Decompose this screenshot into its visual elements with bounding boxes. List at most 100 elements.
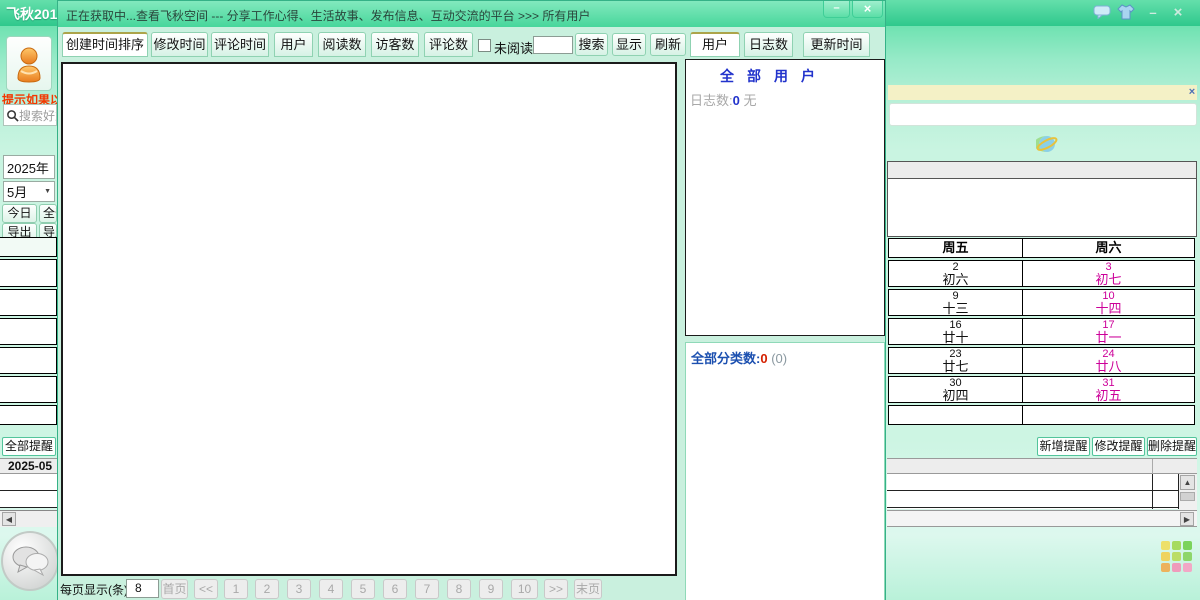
reminder-row[interactable] bbox=[0, 474, 57, 491]
search-button[interactable]: 搜索 bbox=[575, 33, 608, 56]
scroll-right-arrow-icon[interactable]: ▶ bbox=[1180, 512, 1194, 526]
tab-sort-modify-time[interactable]: 修改时间 bbox=[151, 32, 208, 57]
tab-sort-visitors[interactable]: 访客数 bbox=[371, 32, 419, 57]
buddy-search-input[interactable]: 搜索好友 bbox=[3, 104, 57, 126]
scroll-left-arrow-icon[interactable]: ◀ bbox=[2, 512, 16, 526]
page-button[interactable]: 2 bbox=[255, 579, 279, 599]
main-close-button[interactable]: × bbox=[1168, 5, 1188, 21]
add-reminder-button[interactable]: 新增提醒 bbox=[1037, 437, 1090, 456]
reminder-row[interactable] bbox=[887, 474, 1178, 491]
h-scrollbar-right[interactable]: ▶ bbox=[887, 510, 1197, 527]
skin-shirt-icon[interactable] bbox=[1116, 4, 1136, 20]
month-select[interactable]: 5月 ▼ bbox=[3, 181, 55, 202]
chat-round-button[interactable] bbox=[1, 531, 59, 591]
tab-sort-create-time[interactable]: 创建时间排序 bbox=[62, 32, 148, 57]
v-scroll-thumb[interactable] bbox=[1180, 492, 1195, 501]
space-minimize-button[interactable]: – bbox=[823, 1, 850, 18]
main-minimize-button[interactable]: – bbox=[1143, 5, 1163, 21]
category-label: 全部分类数: bbox=[691, 351, 760, 366]
calendar-left-cell[interactable] bbox=[0, 259, 57, 287]
tab-users[interactable]: 用户 bbox=[690, 32, 740, 57]
page-button[interactable]: 3 bbox=[287, 579, 311, 599]
calendar-day-cell[interactable]: 3初七 bbox=[1022, 260, 1195, 287]
apps-grid-icon[interactable] bbox=[1161, 541, 1192, 572]
unread-checkbox[interactable] bbox=[478, 39, 491, 52]
page-button[interactable]: 4 bbox=[319, 579, 343, 599]
screen: 飞秋2013 – × 提示如果以 搜索好友 2025年 5月 ▼ 今日 全部 导… bbox=[0, 0, 1200, 600]
reminder-table-body bbox=[887, 474, 1179, 509]
delete-reminder-button[interactable]: 删除提醒 bbox=[1147, 437, 1197, 456]
tab-update-time[interactable]: 更新时间 bbox=[803, 32, 870, 57]
v-scrollbar[interactable]: ▲ bbox=[1179, 474, 1197, 510]
reminder-row[interactable] bbox=[0, 491, 57, 508]
calendar-left-cell[interactable] bbox=[0, 347, 57, 374]
tab-sort-reads[interactable]: 阅读数 bbox=[318, 32, 366, 57]
column-divider bbox=[1152, 459, 1153, 475]
edit-reminder-button[interactable]: 修改提醒 bbox=[1092, 437, 1145, 456]
user-avatar[interactable] bbox=[6, 36, 52, 91]
year-select-value: 2025年 bbox=[7, 158, 49, 177]
year-select[interactable]: 2025年 bbox=[3, 155, 55, 179]
reminder-date-header: 2025-05 bbox=[0, 458, 57, 474]
page-last-button[interactable]: 末页 bbox=[574, 579, 602, 599]
calendar-header-sat: 周六 bbox=[1022, 238, 1195, 258]
all-button[interactable]: 全部 bbox=[39, 204, 57, 223]
calendar-day-cell[interactable] bbox=[888, 405, 1023, 425]
today-button[interactable]: 今日 bbox=[2, 204, 37, 223]
calendar-row: 9十三 10十四 bbox=[888, 289, 1196, 316]
space-search-input[interactable] bbox=[533, 36, 573, 54]
notice-close-icon[interactable]: × bbox=[1186, 86, 1198, 98]
log-count-empty: 无 bbox=[743, 93, 756, 108]
tab-sort-user[interactable]: 用户 bbox=[274, 32, 313, 57]
scroll-up-arrow-icon[interactable]: ▲ bbox=[1180, 475, 1195, 490]
user-panel-header: 全部用户 bbox=[686, 60, 884, 86]
page-button[interactable]: 10 bbox=[511, 579, 538, 599]
category-line: 全部分类数:0 (0) bbox=[686, 343, 884, 367]
calendar-day-cell[interactable]: 24廿八 bbox=[1022, 347, 1195, 374]
calendar-day-cell[interactable]: 17廿一 bbox=[1022, 318, 1195, 345]
tab-sort-comments[interactable]: 评论数 bbox=[424, 32, 473, 57]
reminder-row[interactable] bbox=[887, 491, 1178, 508]
page-button[interactable]: 6 bbox=[383, 579, 407, 599]
calendar-toolbar-strip bbox=[888, 162, 1196, 179]
space-window: 正在获取中...查看飞秋空间 --- 分享工作心得、生活故事、发布信息、互动交流… bbox=[57, 0, 886, 600]
page-first-button[interactable]: 首页 bbox=[161, 579, 188, 599]
person-icon bbox=[15, 45, 43, 83]
page-button[interactable]: 5 bbox=[351, 579, 375, 599]
tab-log-count[interactable]: 日志数 bbox=[744, 32, 793, 57]
column-divider bbox=[1152, 474, 1153, 509]
calendar-left-cell[interactable] bbox=[0, 289, 57, 316]
category-panel: 全部分类数:0 (0) bbox=[685, 342, 885, 600]
per-page-input[interactable]: 8 bbox=[126, 579, 159, 598]
address-input[interactable] bbox=[889, 103, 1197, 126]
refresh-button[interactable]: 刷新 bbox=[650, 33, 686, 56]
calendar-day-cell[interactable]: 31初五 bbox=[1022, 376, 1195, 403]
page-button[interactable]: 8 bbox=[447, 579, 471, 599]
page-prev-button[interactable]: << bbox=[194, 579, 218, 599]
chat-bubble-icon[interactable] bbox=[1092, 5, 1112, 21]
calendar-left-cell[interactable] bbox=[0, 405, 57, 425]
page-button[interactable]: 7 bbox=[415, 579, 439, 599]
space-titlebar[interactable]: 正在获取中...查看飞秋空间 --- 分享工作心得、生活故事、发布信息、互动交流… bbox=[58, 1, 885, 27]
main-window-title: 飞秋2013 bbox=[6, 4, 58, 24]
calendar-day-cell[interactable]: 9十三 bbox=[888, 289, 1023, 316]
calendar-day-cell[interactable]: 2初六 bbox=[888, 260, 1023, 287]
page-button[interactable]: 9 bbox=[479, 579, 503, 599]
calendar-day-cell[interactable]: 23廿七 bbox=[888, 347, 1023, 374]
calendar-left-cell[interactable] bbox=[0, 376, 57, 403]
calendar-row: 23廿七 24廿八 bbox=[888, 347, 1196, 374]
page-next-button[interactable]: >> bbox=[544, 579, 568, 599]
page-button[interactable]: 1 bbox=[224, 579, 248, 599]
show-button[interactable]: 显示 bbox=[612, 33, 646, 56]
calendar-day-cell[interactable]: 30初四 bbox=[888, 376, 1023, 403]
h-scrollbar-left[interactable]: ◀ bbox=[0, 510, 57, 527]
space-close-button[interactable]: × bbox=[852, 1, 883, 18]
log-count-line: 日志数:0 无 bbox=[686, 86, 884, 109]
calendar-day-cell[interactable] bbox=[1022, 405, 1195, 425]
all-reminders-button[interactable]: 全部提醒 bbox=[2, 437, 56, 456]
tab-sort-comment-time[interactable]: 评论时间 bbox=[211, 32, 269, 57]
calendar-day-cell[interactable]: 16廿十 bbox=[888, 318, 1023, 345]
calendar-left-cell[interactable] bbox=[0, 318, 57, 345]
blog-list-area[interactable] bbox=[61, 62, 677, 576]
calendar-day-cell[interactable]: 10十四 bbox=[1022, 289, 1195, 316]
